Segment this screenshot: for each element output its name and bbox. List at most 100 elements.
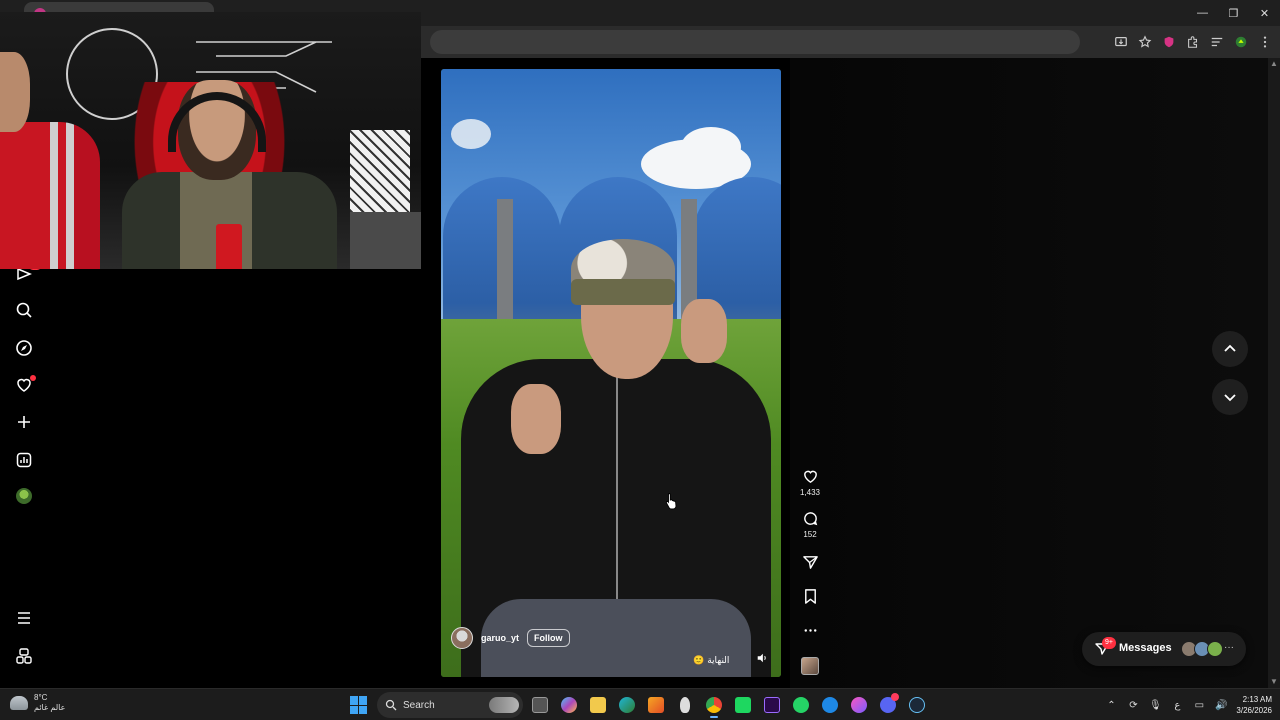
copilot-icon[interactable] xyxy=(557,693,581,717)
network-icon[interactable]: ▭ xyxy=(1192,700,1206,711)
windows-taskbar: 8°C عالم غائم Search ⌃ ⟳ 🎙 ع ▭ 🔊 2:13 AM… xyxy=(0,688,1280,720)
previous-reel-button[interactable] xyxy=(1212,331,1248,367)
messages-badge: 9+ xyxy=(1102,637,1116,649)
sidebar-item-search[interactable] xyxy=(12,298,36,322)
follow-button[interactable]: Follow xyxy=(527,629,570,647)
dashboard-icon xyxy=(16,452,32,468)
owner-username[interactable]: garuo_yt xyxy=(481,633,519,643)
save-action[interactable] xyxy=(798,588,822,605)
sidebar-item-explore[interactable] xyxy=(12,336,36,360)
toolbar-icons xyxy=(1112,26,1274,58)
avatar xyxy=(16,488,32,504)
audio-title: النهاية xyxy=(707,655,730,665)
sidebar-item-also-from-meta[interactable] xyxy=(12,644,36,668)
heart-icon xyxy=(803,470,817,484)
more-icon: ··· xyxy=(1224,642,1234,653)
weather-desc: عالم غائم xyxy=(34,703,66,712)
messages-button[interactable]: 9+ Messages ··· xyxy=(1082,632,1246,666)
edge-icon[interactable] xyxy=(615,693,639,717)
microphone-icon[interactable]: 🎙 xyxy=(1148,700,1162,711)
browser-menu-icon[interactable] xyxy=(1256,33,1274,51)
weather-widget[interactable]: 8°C عالم غائم xyxy=(10,693,65,713)
discord-icon[interactable] xyxy=(876,693,900,717)
comment-count: 152 xyxy=(803,530,817,539)
volume-icon[interactable]: 🔊 xyxy=(1214,700,1228,711)
start-button[interactable] xyxy=(350,696,368,714)
reading-list-icon[interactable] xyxy=(1208,33,1226,51)
restore-button[interactable]: ❐ xyxy=(1218,0,1249,26)
alienware-icon[interactable] xyxy=(673,693,697,717)
bookmark-icon xyxy=(804,589,816,604)
compass-icon xyxy=(16,340,32,356)
store-icon[interactable] xyxy=(644,693,668,717)
like-count: 1,433 xyxy=(799,488,821,497)
more-options-action[interactable] xyxy=(798,622,822,639)
whatsapp-icon[interactable] xyxy=(789,693,813,717)
mute-button[interactable] xyxy=(755,651,769,665)
like-action[interactable]: 1,433 xyxy=(798,468,822,497)
install-app-icon[interactable] xyxy=(1112,33,1130,51)
address-bar[interactable] xyxy=(430,30,1080,54)
comment-icon xyxy=(803,512,817,526)
chevron-up-icon xyxy=(1224,344,1236,352)
extension-shield-icon[interactable] xyxy=(1160,33,1178,51)
taskbar-apps: Search xyxy=(350,692,929,718)
sidebar-item-notifications[interactable] xyxy=(12,373,36,397)
search-highlight-art xyxy=(489,697,519,713)
sidebar-item-dashboard[interactable] xyxy=(12,448,36,472)
red-cup xyxy=(216,224,242,269)
page-background xyxy=(790,58,1268,688)
taskbar-search[interactable]: Search xyxy=(377,692,523,718)
system-tray: ⌃ ⟳ 🎙 ع ▭ 🔊 2:13 AM 3/26/2026 xyxy=(1104,692,1272,718)
next-reel-button[interactable] xyxy=(1212,379,1248,415)
sync-icon[interactable]: ⟳ xyxy=(1126,700,1140,711)
close-button[interactable]: ✕ xyxy=(1249,0,1280,26)
file-explorer-icon[interactable] xyxy=(586,693,610,717)
menu-icon xyxy=(18,612,30,624)
sidebar-item-more[interactable] xyxy=(12,606,36,630)
sidebar-item-create[interactable] xyxy=(12,410,36,434)
notification-dot xyxy=(30,375,36,381)
audio-page-action[interactable] xyxy=(798,657,822,675)
audio-emoji: 🙂 xyxy=(693,655,705,665)
messages-label: Messages xyxy=(1119,642,1172,654)
cloud-icon xyxy=(10,696,28,710)
scroll-up-arrow-icon[interactable]: ▲ xyxy=(1270,60,1278,68)
threads-icon xyxy=(16,648,32,664)
search-label: Search xyxy=(403,699,435,711)
avatar xyxy=(1207,641,1223,657)
message-avatars xyxy=(1181,641,1223,657)
bookmark-star-icon[interactable] xyxy=(1136,33,1154,51)
comment-action[interactable]: 152 xyxy=(798,510,822,539)
minimize-button[interactable]: — xyxy=(1187,0,1218,26)
itunes-icon[interactable] xyxy=(847,693,871,717)
scroll-down-arrow-icon[interactable]: ▼ xyxy=(1270,678,1278,686)
app-blue-circle-icon[interactable] xyxy=(818,693,842,717)
speaker-icon xyxy=(757,653,766,663)
plus-icon xyxy=(18,416,30,428)
input-language[interactable]: ع xyxy=(1170,700,1184,711)
premiere-icon[interactable] xyxy=(760,693,784,717)
steam-icon[interactable] xyxy=(905,693,929,717)
sidebar-item-profile[interactable] xyxy=(12,484,36,508)
audio-label[interactable]: 🙂 النهاية xyxy=(693,655,729,666)
extensions-puzzle-icon[interactable] xyxy=(1184,33,1202,51)
chrome-icon[interactable] xyxy=(702,693,726,718)
page-scrollbar[interactable]: ▲ ▼ xyxy=(1268,58,1280,688)
capcut-icon[interactable] xyxy=(731,693,755,717)
hand-cursor-icon xyxy=(665,493,677,510)
profile-avatar-icon[interactable] xyxy=(1232,33,1250,51)
avatar[interactable] xyxy=(451,627,473,649)
chevron-up-icon[interactable]: ⌃ xyxy=(1104,700,1118,711)
patterned-bag xyxy=(350,130,410,220)
second-person xyxy=(0,42,105,269)
share-action[interactable] xyxy=(798,554,822,571)
window-controls: — ❐ ✕ xyxy=(1187,0,1280,26)
search-icon xyxy=(16,302,32,318)
weather-temp: 8°C xyxy=(34,693,48,702)
reel-video[interactable]: garuo_yt Follow 🙂 النهاية xyxy=(441,69,781,677)
webcam-overlay xyxy=(0,12,421,269)
task-view-icon[interactable] xyxy=(528,693,552,717)
clock[interactable]: 2:13 AM 3/26/2026 xyxy=(1236,694,1272,716)
reel-owner: garuo_yt Follow xyxy=(451,627,570,649)
